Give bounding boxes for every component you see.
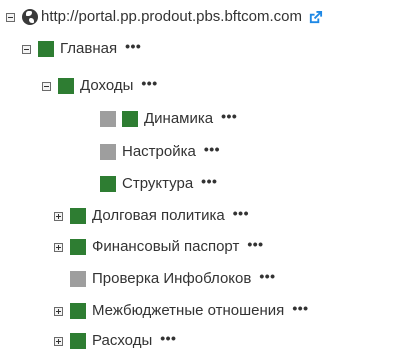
root-url-link[interactable]: http://portal.pp.prodout.pbs.bftcom.com	[41, 6, 302, 28]
page-status-icon	[100, 144, 116, 160]
expand-icon[interactable]	[54, 242, 63, 252]
page-status-icon	[100, 111, 116, 127]
page-status-icon	[70, 208, 86, 224]
expand-icon[interactable]	[54, 336, 63, 346]
expand-icon[interactable]	[54, 306, 63, 316]
tree-root[interactable]: http://portal.pp.prodout.pbs.bftcom.com	[6, 6, 323, 28]
tree-item-proverka-infoblokov[interactable]: Проверка Инфоблоков •••	[70, 268, 276, 290]
page-status-icon	[70, 271, 86, 287]
collapse-icon[interactable]	[6, 12, 15, 22]
tree-item-raskhody[interactable]: Расходы •••	[54, 330, 176, 352]
more-options-button[interactable]: •••	[125, 39, 141, 53]
tree-item-label[interactable]: Межбюджетные отношения	[92, 300, 284, 322]
globe-icon	[22, 9, 38, 25]
expand-icon[interactable]	[54, 211, 63, 221]
tree-item-glavnaya[interactable]: Главная •••	[22, 38, 141, 60]
tree-item-struktura[interactable]: Структура •••	[100, 173, 217, 195]
external-link-icon[interactable]	[308, 10, 323, 25]
more-options-button[interactable]: •••	[141, 76, 157, 90]
tree-item-dolgovaya-politika[interactable]: Долговая политика •••	[54, 205, 249, 227]
tree-item-label[interactable]: Финансовый паспорт	[92, 236, 239, 258]
tree-item-label[interactable]: Расходы	[92, 330, 152, 352]
page-status-icon	[70, 239, 86, 255]
tree-item-label[interactable]: Главная	[60, 38, 117, 60]
tree-item-label[interactable]: Проверка Инфоблоков	[92, 268, 251, 290]
tree-item-label[interactable]: Динамика	[144, 108, 213, 130]
page-status-icon	[70, 303, 86, 319]
collapse-icon[interactable]	[42, 81, 51, 91]
more-options-button[interactable]: •••	[160, 331, 176, 345]
more-options-button[interactable]: •••	[221, 109, 237, 123]
tree-item-dinamika[interactable]: Динамика •••	[100, 108, 237, 130]
more-options-button[interactable]: •••	[259, 269, 275, 283]
page-status-icon	[70, 333, 86, 349]
more-options-button[interactable]: •••	[233, 206, 249, 220]
tree-item-label[interactable]: Структура	[122, 173, 193, 195]
more-options-button[interactable]: •••	[292, 301, 308, 315]
page-status-icon	[38, 41, 54, 57]
more-options-button[interactable]: •••	[247, 237, 263, 251]
page-status-icon	[58, 78, 74, 94]
tree-item-mezhbyudzhetnye-otnosheniya[interactable]: Межбюджетные отношения •••	[54, 300, 309, 322]
tree-item-label[interactable]: Доходы	[80, 75, 133, 97]
tree-item-label[interactable]: Настройка	[122, 141, 196, 163]
more-options-button[interactable]: •••	[201, 174, 217, 188]
tree-item-nastroyka[interactable]: Настройка •••	[100, 141, 220, 163]
tree-item-dohody[interactable]: Доходы •••	[42, 75, 158, 97]
tree-item-finansovyy-pasport[interactable]: Финансовый паспорт •••	[54, 236, 264, 258]
tree-item-label[interactable]: Долговая политика	[92, 205, 225, 227]
page-status-icon	[122, 111, 138, 127]
collapse-icon[interactable]	[22, 44, 31, 54]
more-options-button[interactable]: •••	[204, 142, 220, 156]
page-status-icon	[100, 176, 116, 192]
